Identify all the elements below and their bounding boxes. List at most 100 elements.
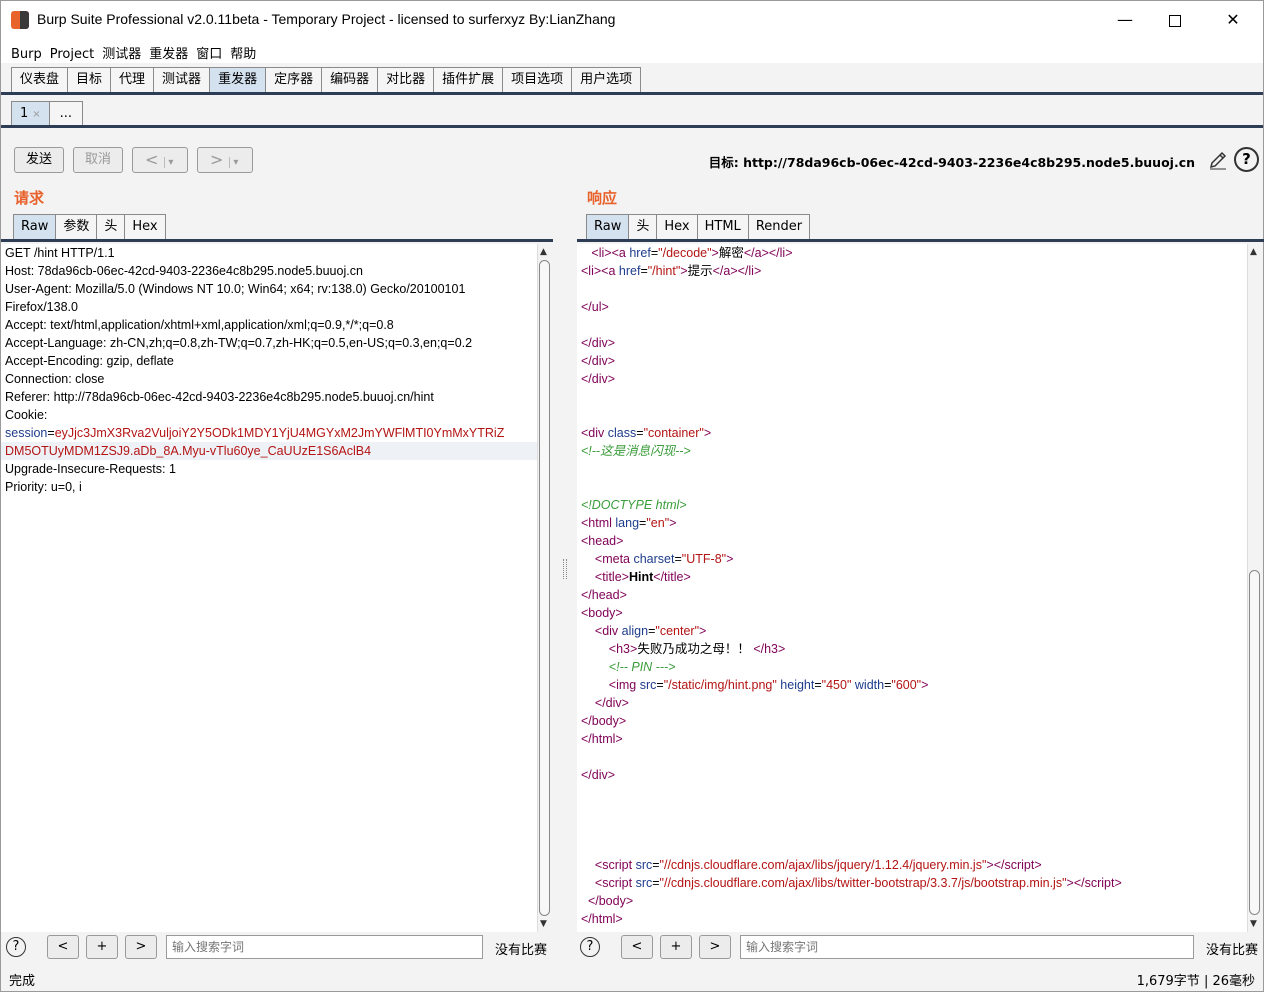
forward-dropdown-icon[interactable]: ▾ bbox=[229, 157, 239, 168]
response-scrollbar[interactable]: ▲ ▼ bbox=[1247, 244, 1261, 932]
response-line bbox=[577, 478, 1247, 496]
close-tab-icon[interactable]: × bbox=[32, 109, 40, 120]
response-line bbox=[577, 838, 1247, 856]
tab-comparer[interactable]: 对比器 bbox=[377, 67, 435, 92]
request-tab-headers[interactable]: 头 bbox=[96, 214, 126, 239]
cookie-session-line-cont: DM5OTUyMDM1ZSJ9.aDb_8A.Myu-vTlu60ye_CaUU… bbox=[1, 442, 537, 460]
response-line: <li><a href="/decode">解密</a></li> bbox=[591, 246, 793, 260]
request-editor[interactable]: GET /hint HTTP/1.1 Host: 78da96cb-06ec-4… bbox=[1, 244, 537, 932]
response-search-status: 没有比赛 bbox=[1206, 943, 1259, 958]
cancel-button[interactable]: 取消 bbox=[73, 147, 123, 173]
response-scroll-thumb[interactable] bbox=[1249, 570, 1260, 915]
back-arrow-icon: < bbox=[145, 150, 159, 169]
tab-intruder[interactable]: 测试器 bbox=[153, 67, 211, 92]
request-search-next-button[interactable]: > bbox=[125, 935, 157, 959]
request-line: GET /hint HTTP/1.1 bbox=[5, 246, 115, 260]
request-search-status: 没有比赛 bbox=[495, 943, 548, 958]
request-search-input[interactable] bbox=[166, 935, 483, 959]
scroll-up-icon[interactable]: ▲ bbox=[540, 247, 547, 257]
session-value-1: eyJjc3JmX3Rva2VuljoiY2Y5ODk1MDY1YjU4MGYx… bbox=[54, 426, 505, 440]
response-line: </head> bbox=[581, 588, 627, 602]
scroll-up-icon[interactable]: ▲ bbox=[1250, 247, 1257, 257]
back-dropdown-icon[interactable]: ▾ bbox=[164, 157, 174, 168]
scroll-down-icon[interactable]: ▼ bbox=[540, 919, 547, 929]
response-line: </body> bbox=[587, 894, 634, 908]
response-line: </html> bbox=[581, 732, 623, 746]
tab-sequencer[interactable]: 定序器 bbox=[265, 67, 323, 92]
request-tab-hex[interactable]: Hex bbox=[124, 214, 166, 239]
response-line: <head> bbox=[581, 534, 624, 548]
response-line: <meta charset="UTF-8"> bbox=[594, 552, 734, 566]
tab-dashboard[interactable]: 仪表盘 bbox=[11, 67, 69, 92]
request-line: Connection: close bbox=[5, 372, 105, 386]
request-scroll-thumb[interactable] bbox=[539, 260, 550, 916]
repeater-tab-underline bbox=[1, 125, 1263, 128]
tab-proxy[interactable]: 代理 bbox=[110, 67, 155, 92]
response-line bbox=[577, 280, 1247, 298]
request-search-prev-button[interactable]: < bbox=[47, 935, 79, 959]
request-scrollbar[interactable]: ▲ ▼ bbox=[537, 244, 551, 932]
response-tab-raw[interactable]: Raw bbox=[586, 214, 630, 239]
response-search-prev-button[interactable]: < bbox=[621, 935, 653, 959]
menu-burp[interactable]: Burp bbox=[1, 43, 46, 62]
request-search-help-icon[interactable]: ? bbox=[6, 937, 26, 957]
request-tab-raw[interactable]: Raw bbox=[13, 214, 57, 239]
response-tab-render[interactable]: Render bbox=[747, 214, 811, 239]
minimize-button[interactable]: — bbox=[1103, 5, 1147, 35]
close-button[interactable]: ✕ bbox=[1211, 5, 1255, 35]
menu-project[interactable]: Project bbox=[46, 43, 98, 62]
menu-intruder[interactable]: 测试器 bbox=[98, 39, 145, 62]
request-line: Host: 78da96cb-06ec-42cd-9403-2236e4c8b2… bbox=[5, 264, 363, 278]
response-line: <!--这是消息闪现--> bbox=[581, 444, 691, 458]
scroll-down-icon[interactable]: ▼ bbox=[1250, 919, 1257, 929]
tab-extender[interactable]: 插件扩展 bbox=[433, 67, 504, 92]
response-heading: 响应 bbox=[587, 189, 618, 207]
response-search-help-icon[interactable]: ? bbox=[580, 937, 600, 957]
repeater-tab-1[interactable]: 1 × bbox=[11, 101, 50, 126]
response-search-next-button[interactable]: > bbox=[699, 935, 731, 959]
help-icon[interactable]: ? bbox=[1234, 147, 1259, 172]
response-tab-html[interactable]: HTML bbox=[696, 214, 749, 239]
new-tab-button[interactable]: ... bbox=[48, 101, 84, 126]
split-pane-divider[interactable] bbox=[561, 177, 567, 961]
response-line: </div> bbox=[581, 768, 616, 782]
menu-repeater[interactable]: 重发器 bbox=[145, 39, 192, 62]
request-line: Accept-Encoding: gzip, deflate bbox=[5, 354, 174, 368]
response-line: </div> bbox=[594, 696, 629, 710]
response-line: <!-- PIN ---> bbox=[608, 660, 676, 674]
request-line: User-Agent: Mozilla/5.0 (Windows NT 10.0… bbox=[5, 282, 466, 296]
send-button[interactable]: 发送 bbox=[14, 147, 64, 173]
response-line: </div> bbox=[581, 354, 616, 368]
maximize-button[interactable] bbox=[1153, 5, 1197, 35]
app-window: Burp Suite Professional v2.0.11beta - Te… bbox=[0, 0, 1264, 992]
forward-button[interactable]: > ▾ bbox=[197, 147, 253, 173]
cookie-session-line: session=eyJjc3JmX3Rva2VuljoiY2Y5ODk1MDY1… bbox=[1, 424, 537, 442]
menu-help[interactable]: 帮助 bbox=[226, 39, 260, 62]
response-line bbox=[577, 460, 1247, 478]
response-line: <body> bbox=[581, 606, 623, 620]
response-line: <html lang="en"> bbox=[581, 516, 677, 530]
tab-repeater[interactable]: 重发器 bbox=[209, 67, 267, 92]
tab-project-options[interactable]: 项目选项 bbox=[502, 67, 573, 92]
menu-bar: Burp Project 测试器 重发器 窗口 帮助 bbox=[1, 39, 1263, 63]
response-tab-hex[interactable]: Hex bbox=[656, 214, 698, 239]
response-search-input[interactable] bbox=[740, 935, 1194, 959]
response-search-add-button[interactable]: + bbox=[660, 935, 692, 959]
response-tabs: Raw 头 Hex HTML Render bbox=[586, 214, 811, 239]
request-search-add-button[interactable]: + bbox=[86, 935, 118, 959]
tab-user-options[interactable]: 用户选项 bbox=[571, 67, 642, 92]
response-line: </ul> bbox=[581, 300, 609, 314]
status-text: 完成 bbox=[9, 974, 36, 989]
request-tab-params[interactable]: 参数 bbox=[55, 214, 98, 239]
response-editor[interactable]: <li><a href="/decode">解密</a></li> <li><a… bbox=[577, 244, 1247, 932]
tab-decoder[interactable]: 编码器 bbox=[321, 67, 379, 92]
repeater-tab-bar: 1 ×... bbox=[11, 101, 84, 127]
menu-window[interactable]: 窗口 bbox=[192, 39, 226, 62]
tab-target[interactable]: 目标 bbox=[67, 67, 112, 92]
edit-target-pencil-icon[interactable] bbox=[1207, 149, 1229, 171]
response-line: <title>Hint</title> bbox=[594, 570, 691, 584]
back-button[interactable]: < ▾ bbox=[132, 147, 188, 173]
response-line: </html> bbox=[581, 912, 623, 926]
session-value-2: DM5OTUyMDM1ZSJ9.aDb_8A.Myu-vTlu60ye_CaUU… bbox=[5, 444, 372, 458]
response-tab-headers[interactable]: 头 bbox=[628, 214, 658, 239]
